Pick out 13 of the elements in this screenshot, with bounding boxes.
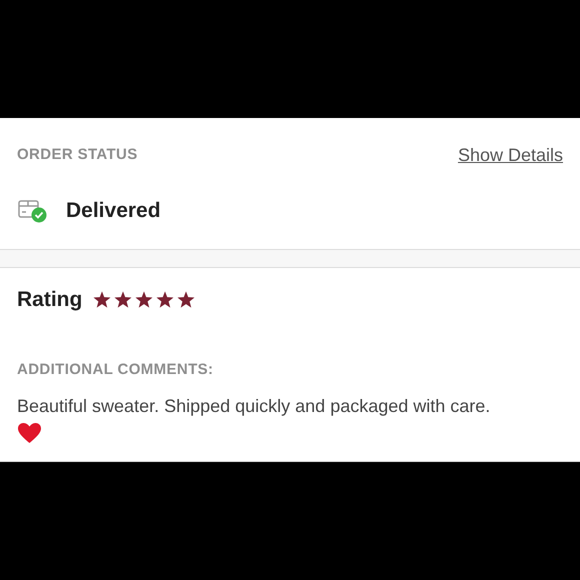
filled-star-icon xyxy=(135,291,154,308)
filled-star-icon xyxy=(93,291,112,308)
heart-icon xyxy=(17,422,42,444)
filled-star-icon xyxy=(177,291,196,308)
comments-heading: ADDITIONAL COMMENTS: xyxy=(17,360,214,380)
order-status: Delivered xyxy=(66,198,161,224)
show-details-link[interactable]: Show Details xyxy=(458,142,563,169)
delivered-box-icon xyxy=(17,198,48,224)
rating-label: Rating xyxy=(17,287,82,313)
comment-text: Beautiful sweater. Shipped quickly and packaged with care. xyxy=(17,395,492,418)
section-heading: ORDER STATUS xyxy=(17,145,138,166)
filled-star-icon xyxy=(156,291,174,308)
filled-star-icon xyxy=(114,291,132,308)
